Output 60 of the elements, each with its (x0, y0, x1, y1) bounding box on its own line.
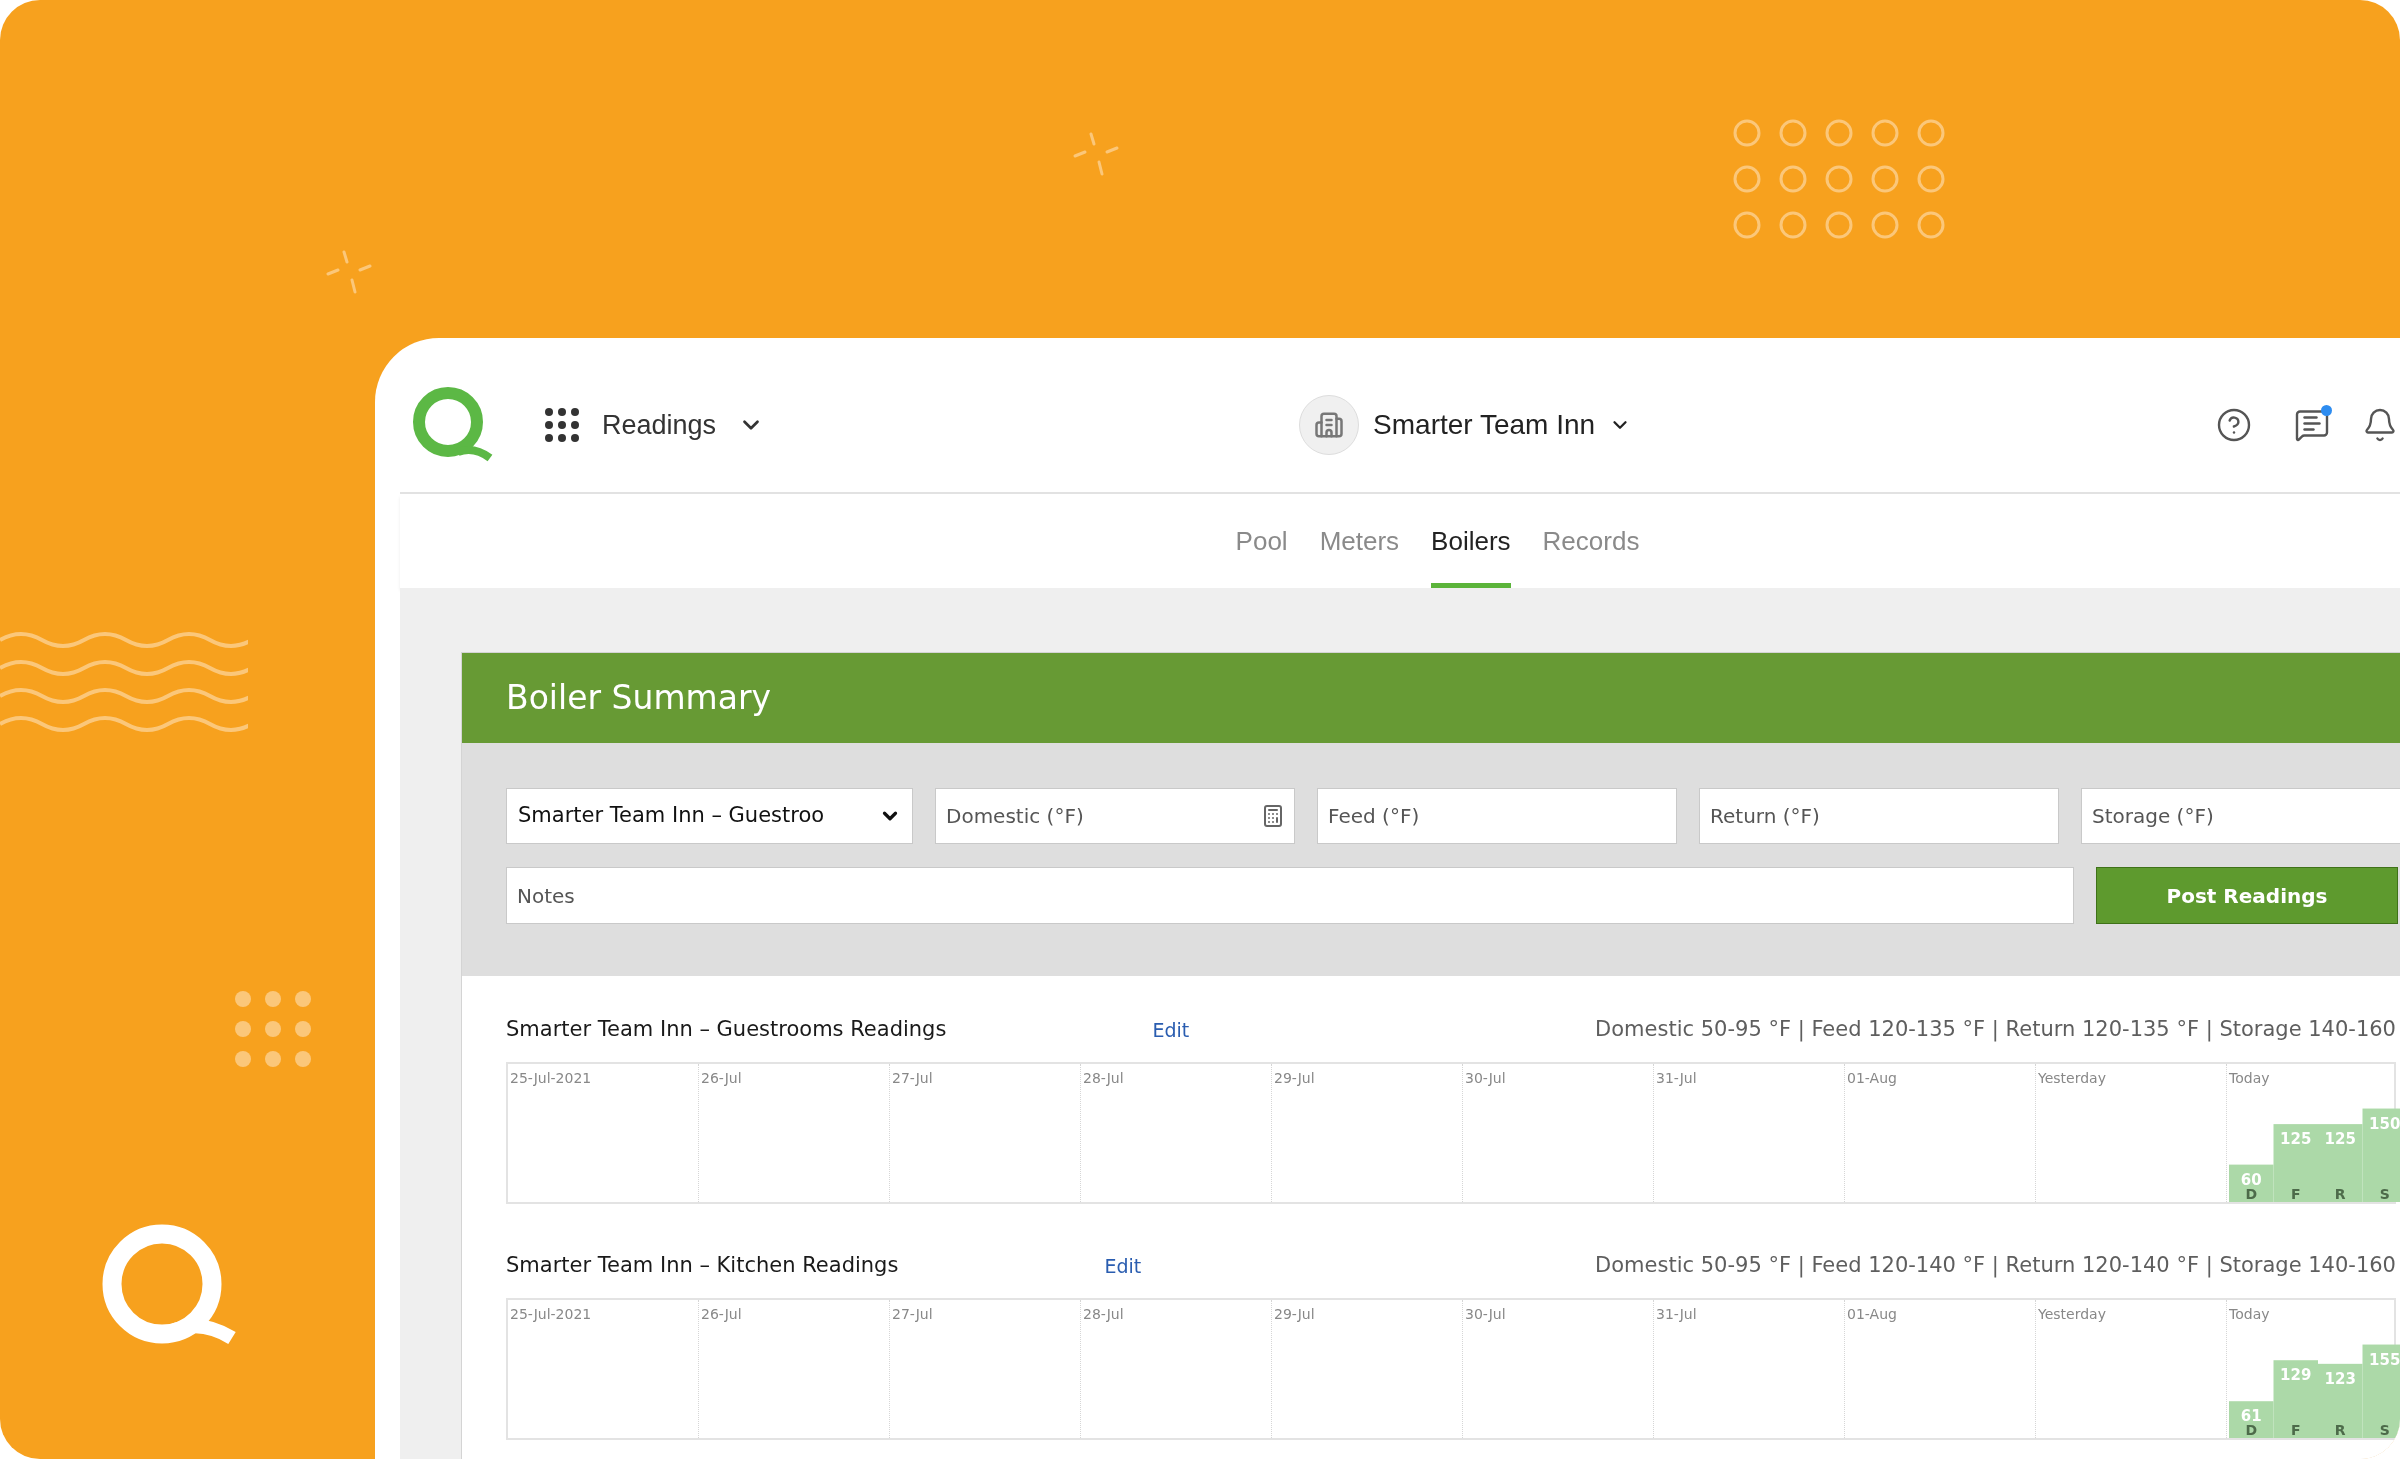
day-label: 28-Jul (1083, 1069, 1125, 1088)
tab[interactable]: Pool (1235, 494, 1288, 588)
edit-link[interactable]: Edit (1152, 1015, 1190, 1045)
day-label: Today (2229, 1305, 2271, 1324)
property-switcher[interactable]: Smarter Team Inn (1299, 395, 1632, 455)
day-label: 27-Jul (892, 1305, 934, 1324)
category-label: F (2290, 1422, 2301, 1438)
panel-title: Boiler Summary (506, 677, 771, 720)
range-text: Domestic 50-95 °F | Feed 120-135 °F | Return 120-135 °F | Storage 140-160 (1595, 1016, 2396, 1044)
value-label: 125 (2324, 1130, 2356, 1149)
day-label: 29-Jul (1274, 1069, 1316, 1088)
calculator-icon[interactable] (1261, 804, 1285, 828)
building-select[interactable]: Smarter Team Inn – Guestroo (506, 788, 913, 844)
day-label: 01-Aug (1847, 1305, 1898, 1324)
help-icon[interactable] (2216, 407, 2253, 443)
value-label: 155 (2369, 1350, 2400, 1369)
value-label: 129 (2280, 1366, 2312, 1385)
day-label: 31-Jul (1656, 1305, 1698, 1324)
edit-link[interactable]: Edit (1104, 1251, 1142, 1281)
day-label: 29-Jul (1274, 1305, 1316, 1324)
reading-field[interactable]: Feed (°F) (1317, 788, 1677, 844)
day-label: 25-Jul-2021 (510, 1305, 593, 1324)
day-label: 31-Jul (1656, 1069, 1698, 1088)
reading-field[interactable]: Domestic (°F) (935, 788, 1295, 844)
category-label: D (2245, 1186, 2258, 1202)
day-label: 30-Jul (1465, 1069, 1507, 1088)
day-label: 30-Jul (1465, 1305, 1507, 1324)
day-label: Today (2229, 1069, 2271, 1088)
reading-field[interactable]: Storage (°F) (2081, 788, 2400, 844)
category-label: R (2334, 1186, 2346, 1202)
value-label: 60 (2240, 1170, 2262, 1189)
group-title: Smarter Team Inn – Kitchen Readings (506, 1252, 899, 1280)
value-label: 123 (2324, 1369, 2356, 1388)
tab[interactable]: Meters (1319, 494, 1400, 588)
category-label: F (2290, 1186, 2301, 1202)
category-label: S (2379, 1186, 2390, 1202)
day-label: 26-Jul (701, 1069, 743, 1088)
day-label: 25-Jul-2021 (510, 1069, 593, 1088)
category-label: R (2334, 1422, 2346, 1438)
range-text: Domestic 50-95 °F | Feed 120-140 °F | Return 120-140 °F | Storage 140-160 (1595, 1252, 2396, 1280)
day-label: 28-Jul (1083, 1305, 1125, 1324)
day-label: 27-Jul (892, 1069, 934, 1088)
day-label: Yesterday (2038, 1069, 2107, 1088)
post-readings-button[interactable]: Post Readings (2096, 867, 2398, 924)
sparkle-icon (1073, 132, 1119, 178)
apps-grid-icon (544, 407, 580, 443)
category-label: S (2379, 1422, 2390, 1438)
group-title: Smarter Team Inn – Guestrooms Readings (506, 1016, 947, 1044)
day-label: Yesterday (2038, 1305, 2107, 1324)
messages-icon[interactable] (2294, 407, 2331, 443)
reading-field[interactable]: Return (°F) (1699, 788, 2059, 844)
app-menu[interactable]: Readings (544, 404, 765, 446)
logo-icon (410, 386, 494, 464)
notes-field[interactable]: Notes (506, 867, 2074, 924)
tab[interactable]: Records (1542, 494, 1640, 588)
value-label: 150 (2369, 1114, 2400, 1133)
day-label: 26-Jul (701, 1305, 743, 1324)
day-label: 01-Aug (1847, 1069, 1898, 1088)
sparkle-icon (326, 250, 372, 296)
value-label: 125 (2280, 1130, 2312, 1149)
